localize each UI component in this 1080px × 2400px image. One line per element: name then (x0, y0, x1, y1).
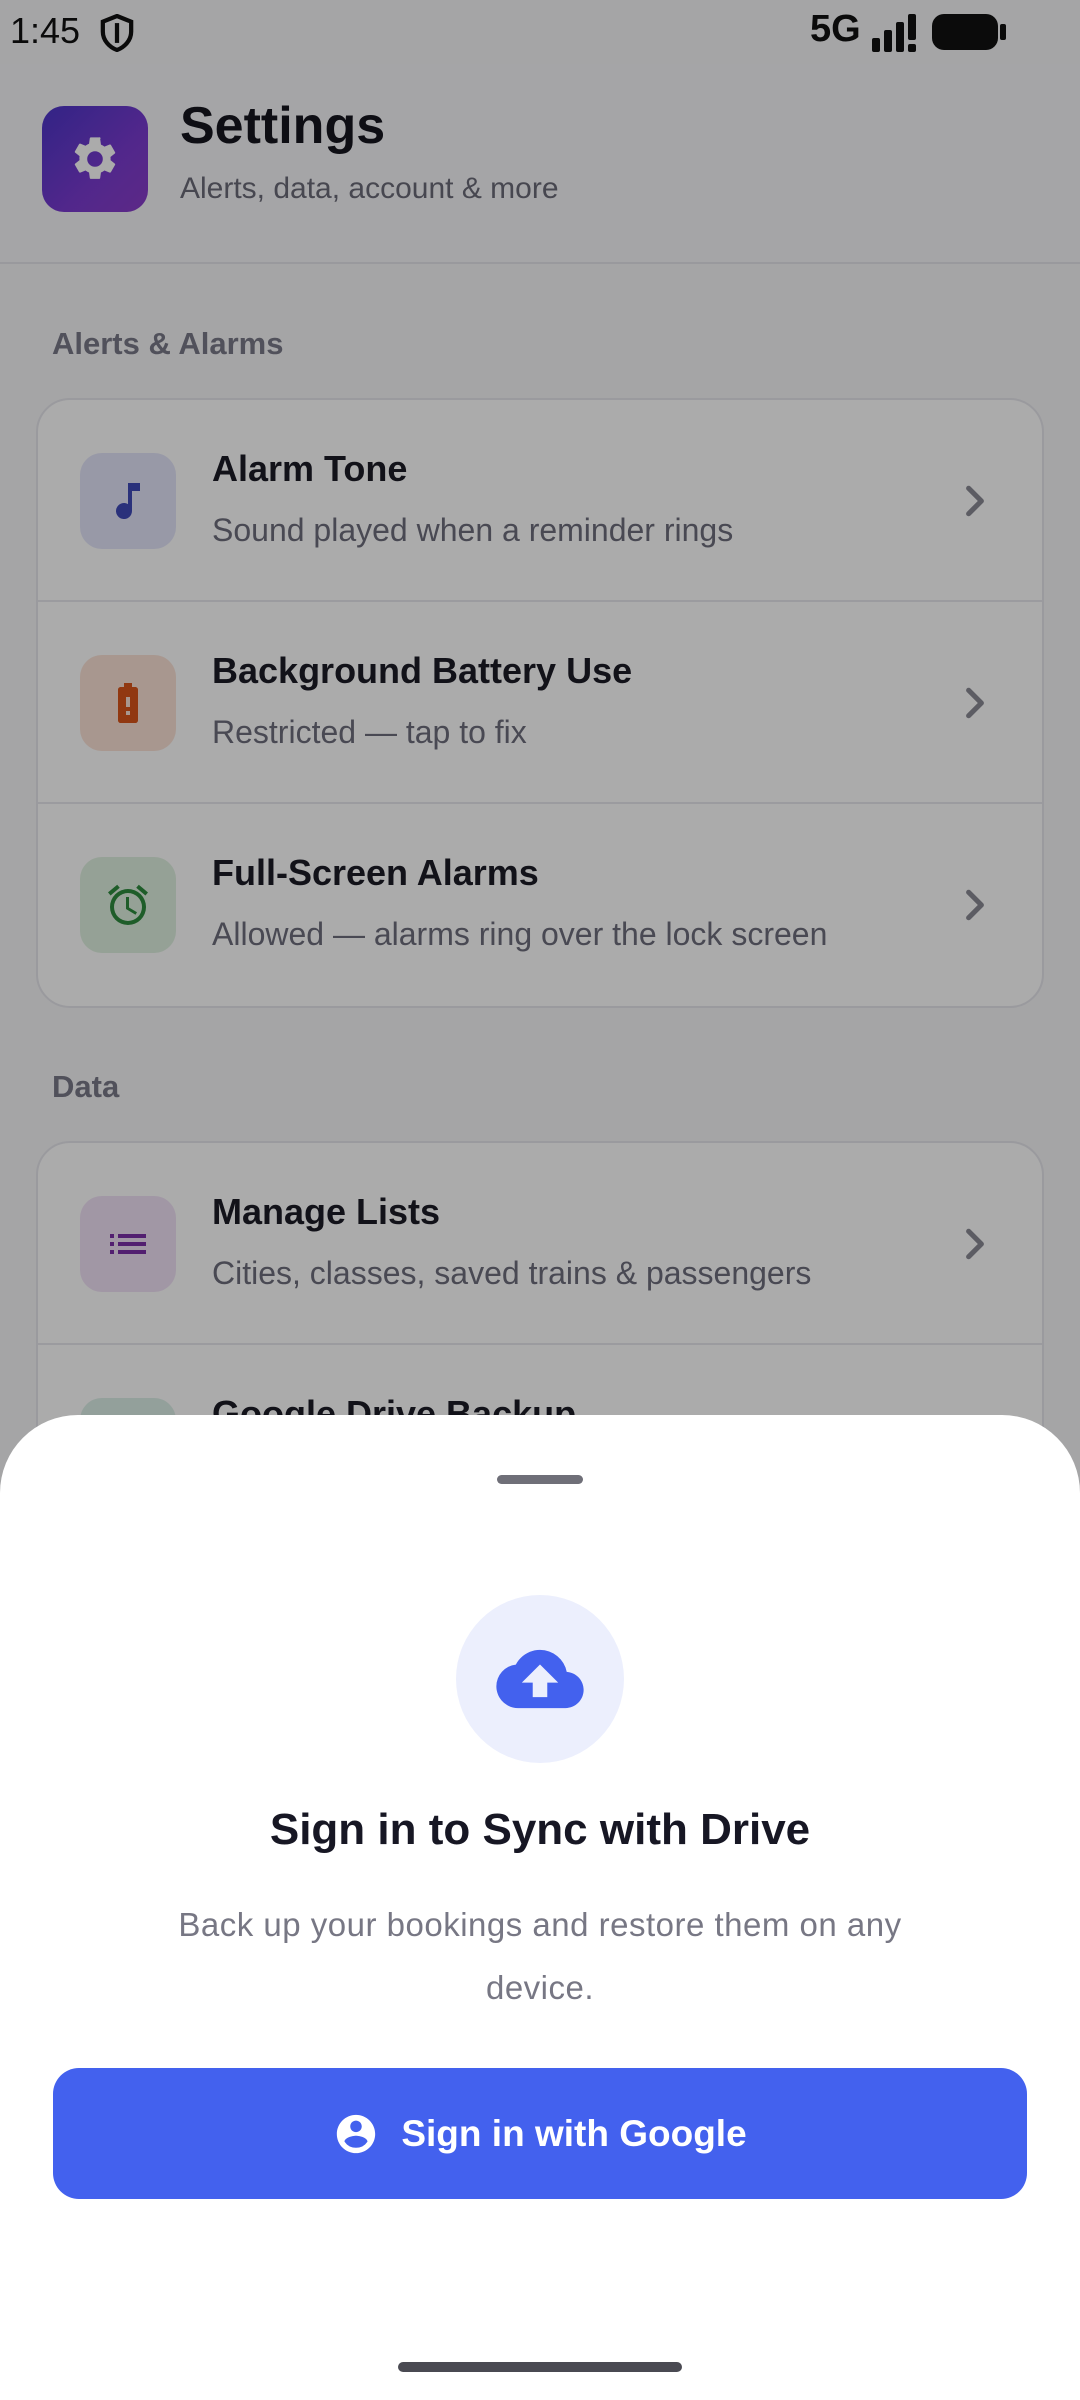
sign-in-google-button[interactable]: Sign in with Google (53, 2068, 1027, 2199)
cloud-upload-icon (496, 1649, 584, 1709)
sheet-title: Sign in to Sync with Drive (269, 1805, 811, 1854)
drag-handle[interactable] (497, 1475, 583, 1484)
sheet-icon-container (456, 1595, 624, 1763)
bottom-sheet: Sign in to Sync with Drive Back up your … (0, 1415, 1080, 2400)
home-indicator[interactable] (398, 2362, 682, 2372)
account-circle-icon (337, 2114, 376, 2153)
sheet-description: Back up your bookings and restore them o… (178, 1906, 902, 2006)
screen: 1:45 5G Settings Alerts, data, account &… (0, 0, 1080, 2400)
sign-in-google-label: Sign in with Google (401, 2112, 747, 2154)
